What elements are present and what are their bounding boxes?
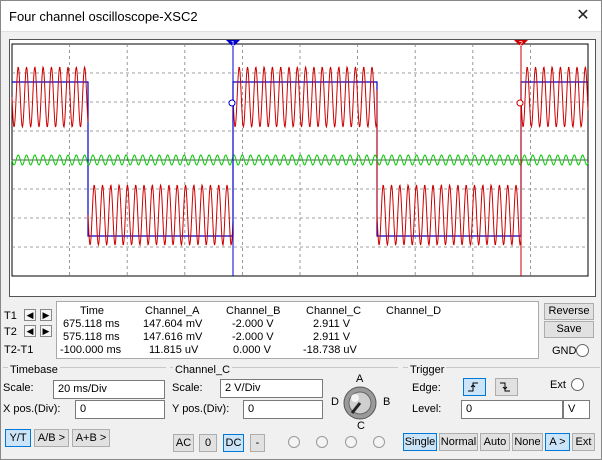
dc-coupling-button[interactable]: DC [223,434,244,452]
t2-t1-row: T2-T1 [4,342,56,358]
t2-channel-b: -2.000 V [232,331,274,343]
header-channel-c: Channel_C [306,305,362,317]
coupling-radio-1[interactable] [288,436,300,448]
t2-t1-label: T2-T1 [4,344,34,356]
t2-left-arrow-icon[interactable]: ◀ [24,325,36,337]
trigger-group: Trigger Edge: Ext Level: 0 V Single Norm… [403,364,600,457]
timebase-group: Timebase Scale: 20 ms/Div X pos.(Div): 0… [3,364,166,457]
scope-graph: 12 [10,40,595,296]
delta-time: -100.000 ms [60,344,122,356]
level-label: Level: [412,403,442,415]
trigger-ext-label: Ext [550,379,566,391]
title-bar[interactable]: Four channel oscilloscope-XSC2 ✕ [1,1,601,32]
dial-label-d: D [331,396,339,408]
falling-edge-icon[interactable] [495,378,518,396]
t1-left-arrow-icon[interactable]: ◀ [24,309,36,321]
delta-channel-b: 0.000 V [233,344,271,356]
channel-select-dial-icon[interactable] [342,385,378,421]
t1-row: T1 ◀ ▶ [4,308,56,324]
t1-channel-b: -2.000 V [232,318,274,330]
normal-trigger-button[interactable]: Normal [439,433,478,451]
header-channel-b: Channel_B [226,305,281,317]
ab-mode-button[interactable]: A/B > [34,429,69,447]
t1-channel-a: 147.604 mV [143,318,203,330]
trigger-title: Trigger [408,364,447,376]
scope-display[interactable]: 12 [9,39,596,297]
rising-edge-icon[interactable] [463,378,486,396]
t1-time: 675.118 ms [63,318,120,330]
header-time: Time [80,305,105,317]
level-unit[interactable]: V [563,400,590,419]
gnd-label: GND [552,345,577,357]
edge-label: Edge: [412,382,441,394]
ypos-input[interactable]: 0 [243,400,323,419]
ypos-label: Y pos.(Div): [172,403,230,415]
dial-label-b: B [383,396,391,408]
dial-label-c: C [357,420,365,432]
cursor-t1-marker-icon [228,99,236,107]
t2-label: T2 [4,326,17,338]
dial-label-a: A [356,373,364,385]
xpos-input[interactable]: 0 [75,400,165,419]
trigger-ext-radio[interactable] [571,378,584,391]
delta-channel-c: -18.738 uV [303,344,357,356]
channel-scale-input[interactable]: 2 V/Div [220,379,323,398]
trigger-source-a-button[interactable]: A > [545,433,570,451]
header-channel-a: Channel_A [145,305,200,317]
t1-right-arrow-icon[interactable]: ▶ [40,309,52,321]
coupling-radio-3[interactable] [345,436,357,448]
yt-mode-button[interactable]: Y/T [5,429,31,447]
gnd-radio[interactable] [576,344,589,357]
level-input[interactable]: 0 [461,400,563,419]
t1-label: T1 [4,310,17,322]
trigger-source-ext-button[interactable]: Ext [572,433,595,451]
auto-trigger-button[interactable]: Auto [480,433,510,451]
delta-channel-a: 11.815 uV [149,344,199,356]
oscilloscope-window: Four channel oscilloscope-XSC2 ✕ 12 T1 ◀… [0,0,602,460]
reverse-button[interactable]: Reverse [544,303,594,320]
header-channel-d: Channel_D [386,305,442,317]
measurement-readout: T1 ◀ ▶ T2 ◀ ▶ T2-T1 Time Channel_A Chann… [1,301,602,361]
invert-button[interactable]: - [250,434,265,452]
t2-right-arrow-icon[interactable]: ▶ [40,325,52,337]
save-button[interactable]: Save [544,321,594,338]
zero-coupling-button[interactable]: 0 [199,434,217,452]
xpos-label: X pos.(Div): [3,403,61,415]
channel-scale-label: Scale: [172,382,203,394]
channel-title: Channel_C [173,364,233,376]
close-icon[interactable]: ✕ [571,5,595,27]
timebase-scale-input[interactable]: 20 ms/Div [53,380,165,399]
cursor-t2-marker-icon [516,99,524,107]
t2-time: 575.118 ms [63,331,120,343]
window-title: Four channel oscilloscope-XSC2 [9,9,198,24]
t2-channel-c: 2.911 V [313,331,351,343]
ac-coupling-button[interactable]: AC [173,434,194,452]
cursor-t1-label: 1 [231,40,235,48]
cursor-t2-label: 2 [519,40,523,48]
timebase-scale-label: Scale: [3,382,34,394]
single-trigger-button[interactable]: Single [403,433,437,451]
t2-row: T2 ◀ ▶ [4,324,56,340]
readout-table: Time Channel_A Channel_B Channel_C Chann… [56,301,539,359]
coupling-radio-4[interactable] [373,436,385,448]
t2-channel-a: 147.616 mV [143,331,203,343]
channel-group: Channel_C Scale: 2 V/Div Y pos.(Div): 0 … [170,364,398,457]
none-trigger-button[interactable]: None [512,433,543,451]
coupling-radio-2[interactable] [316,436,328,448]
cursor-controls: T1 ◀ ▶ T2 ◀ ▶ T2-T1 [4,301,56,361]
t1-channel-c: 2.911 V [313,318,351,330]
a-plus-b-mode-button[interactable]: A+B > [72,429,110,447]
timebase-title: Timebase [8,364,60,376]
